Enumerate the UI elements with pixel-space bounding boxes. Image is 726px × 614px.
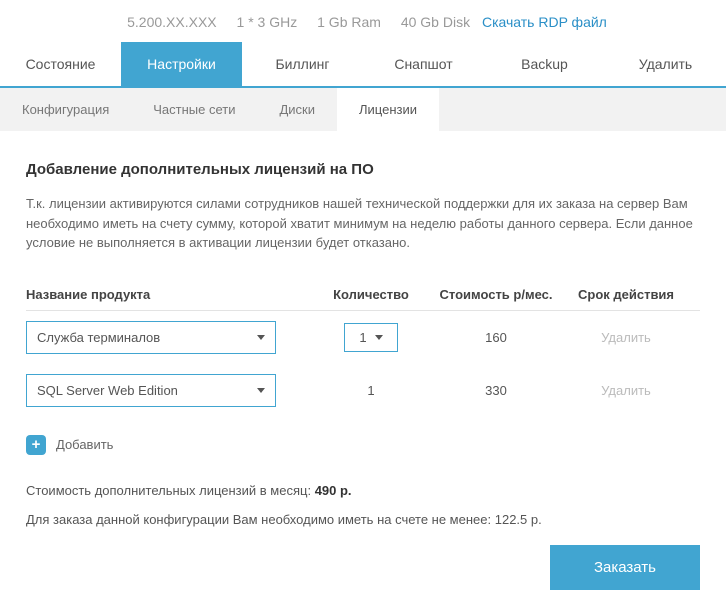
- plus-icon: +: [26, 435, 46, 455]
- server-disk: 40 Gb Disk: [401, 14, 470, 30]
- add-license-button[interactable]: + Добавить: [26, 435, 700, 455]
- tab-backup[interactable]: Backup: [484, 42, 605, 86]
- cost-cell: 330: [426, 383, 566, 398]
- subtab-config[interactable]: Конфигурация: [0, 88, 131, 131]
- header-quantity: Количество: [316, 287, 426, 302]
- delete-row-link[interactable]: Удалить: [601, 383, 651, 398]
- table-row: SQL Server Web Edition 1 330 Удалить: [26, 364, 700, 417]
- main-tabs: Состояние Настройки Биллинг Снапшот Back…: [0, 42, 726, 88]
- header-product-name: Название продукта: [26, 287, 316, 302]
- page-description: Т.к. лицензии активируются силами сотруд…: [26, 194, 700, 253]
- subtab-licenses[interactable]: Лицензии: [337, 88, 439, 131]
- tab-delete[interactable]: Удалить: [605, 42, 726, 86]
- summary-cost-value: 490 р.: [315, 483, 352, 498]
- summary-min-value: 122.5 р.: [495, 512, 542, 527]
- summary-min: Для заказа данной конфигурации Вам необх…: [26, 512, 700, 527]
- add-license-label: Добавить: [56, 437, 113, 452]
- quantity-value: 1: [359, 330, 366, 345]
- delete-row-link[interactable]: Удалить: [601, 330, 651, 345]
- server-ip: 5.200.XX.XXX: [127, 14, 217, 30]
- summary-min-label: Для заказа данной конфигурации Вам необх…: [26, 512, 491, 527]
- header-term: Срок действия: [566, 287, 686, 302]
- table-header-row: Название продукта Количество Стоимость р…: [26, 279, 700, 311]
- tab-billing[interactable]: Биллинг: [242, 42, 363, 86]
- server-ram: 1 Gb Ram: [317, 14, 381, 30]
- product-select-value: Служба терминалов: [37, 330, 160, 345]
- sub-tabs: Конфигурация Частные сети Диски Лицензии: [0, 88, 726, 131]
- order-button[interactable]: Заказать: [550, 545, 700, 590]
- chevron-down-icon: [257, 388, 265, 393]
- product-select-value: SQL Server Web Edition: [37, 383, 178, 398]
- subtab-disks[interactable]: Диски: [257, 88, 337, 131]
- chevron-down-icon: [257, 335, 265, 340]
- summary-cost: Стоимость дополнительных лицензий в меся…: [26, 483, 700, 498]
- chevron-down-icon: [375, 335, 383, 340]
- quantity-static: 1: [316, 383, 426, 398]
- tab-settings[interactable]: Настройки: [121, 42, 242, 86]
- subtab-networks[interactable]: Частные сети: [131, 88, 257, 131]
- tab-snapshot[interactable]: Снапшот: [363, 42, 484, 86]
- product-select[interactable]: Служба терминалов: [26, 321, 276, 354]
- quantity-select[interactable]: 1: [344, 323, 398, 352]
- header-cost: Стоимость р/мес.: [426, 287, 566, 302]
- tab-state[interactable]: Состояние: [0, 42, 121, 86]
- licenses-table: Название продукта Количество Стоимость р…: [26, 279, 700, 417]
- table-row: Служба терминалов 1 160 Удалить: [26, 311, 700, 364]
- summary-cost-label: Стоимость дополнительных лицензий в меся…: [26, 483, 311, 498]
- content-area: Добавление дополнительных лицензий на ПО…: [0, 131, 726, 614]
- product-select[interactable]: SQL Server Web Edition: [26, 374, 276, 407]
- server-info-bar: 5.200.XX.XXX 1 * 3 GHz 1 Gb Ram 40 Gb Di…: [0, 0, 726, 42]
- rdp-download-link[interactable]: Скачать RDP файл: [482, 14, 607, 30]
- cost-cell: 160: [426, 330, 566, 345]
- page-heading: Добавление дополнительных лицензий на ПО: [26, 161, 700, 178]
- server-cpu: 1 * 3 GHz: [237, 14, 298, 30]
